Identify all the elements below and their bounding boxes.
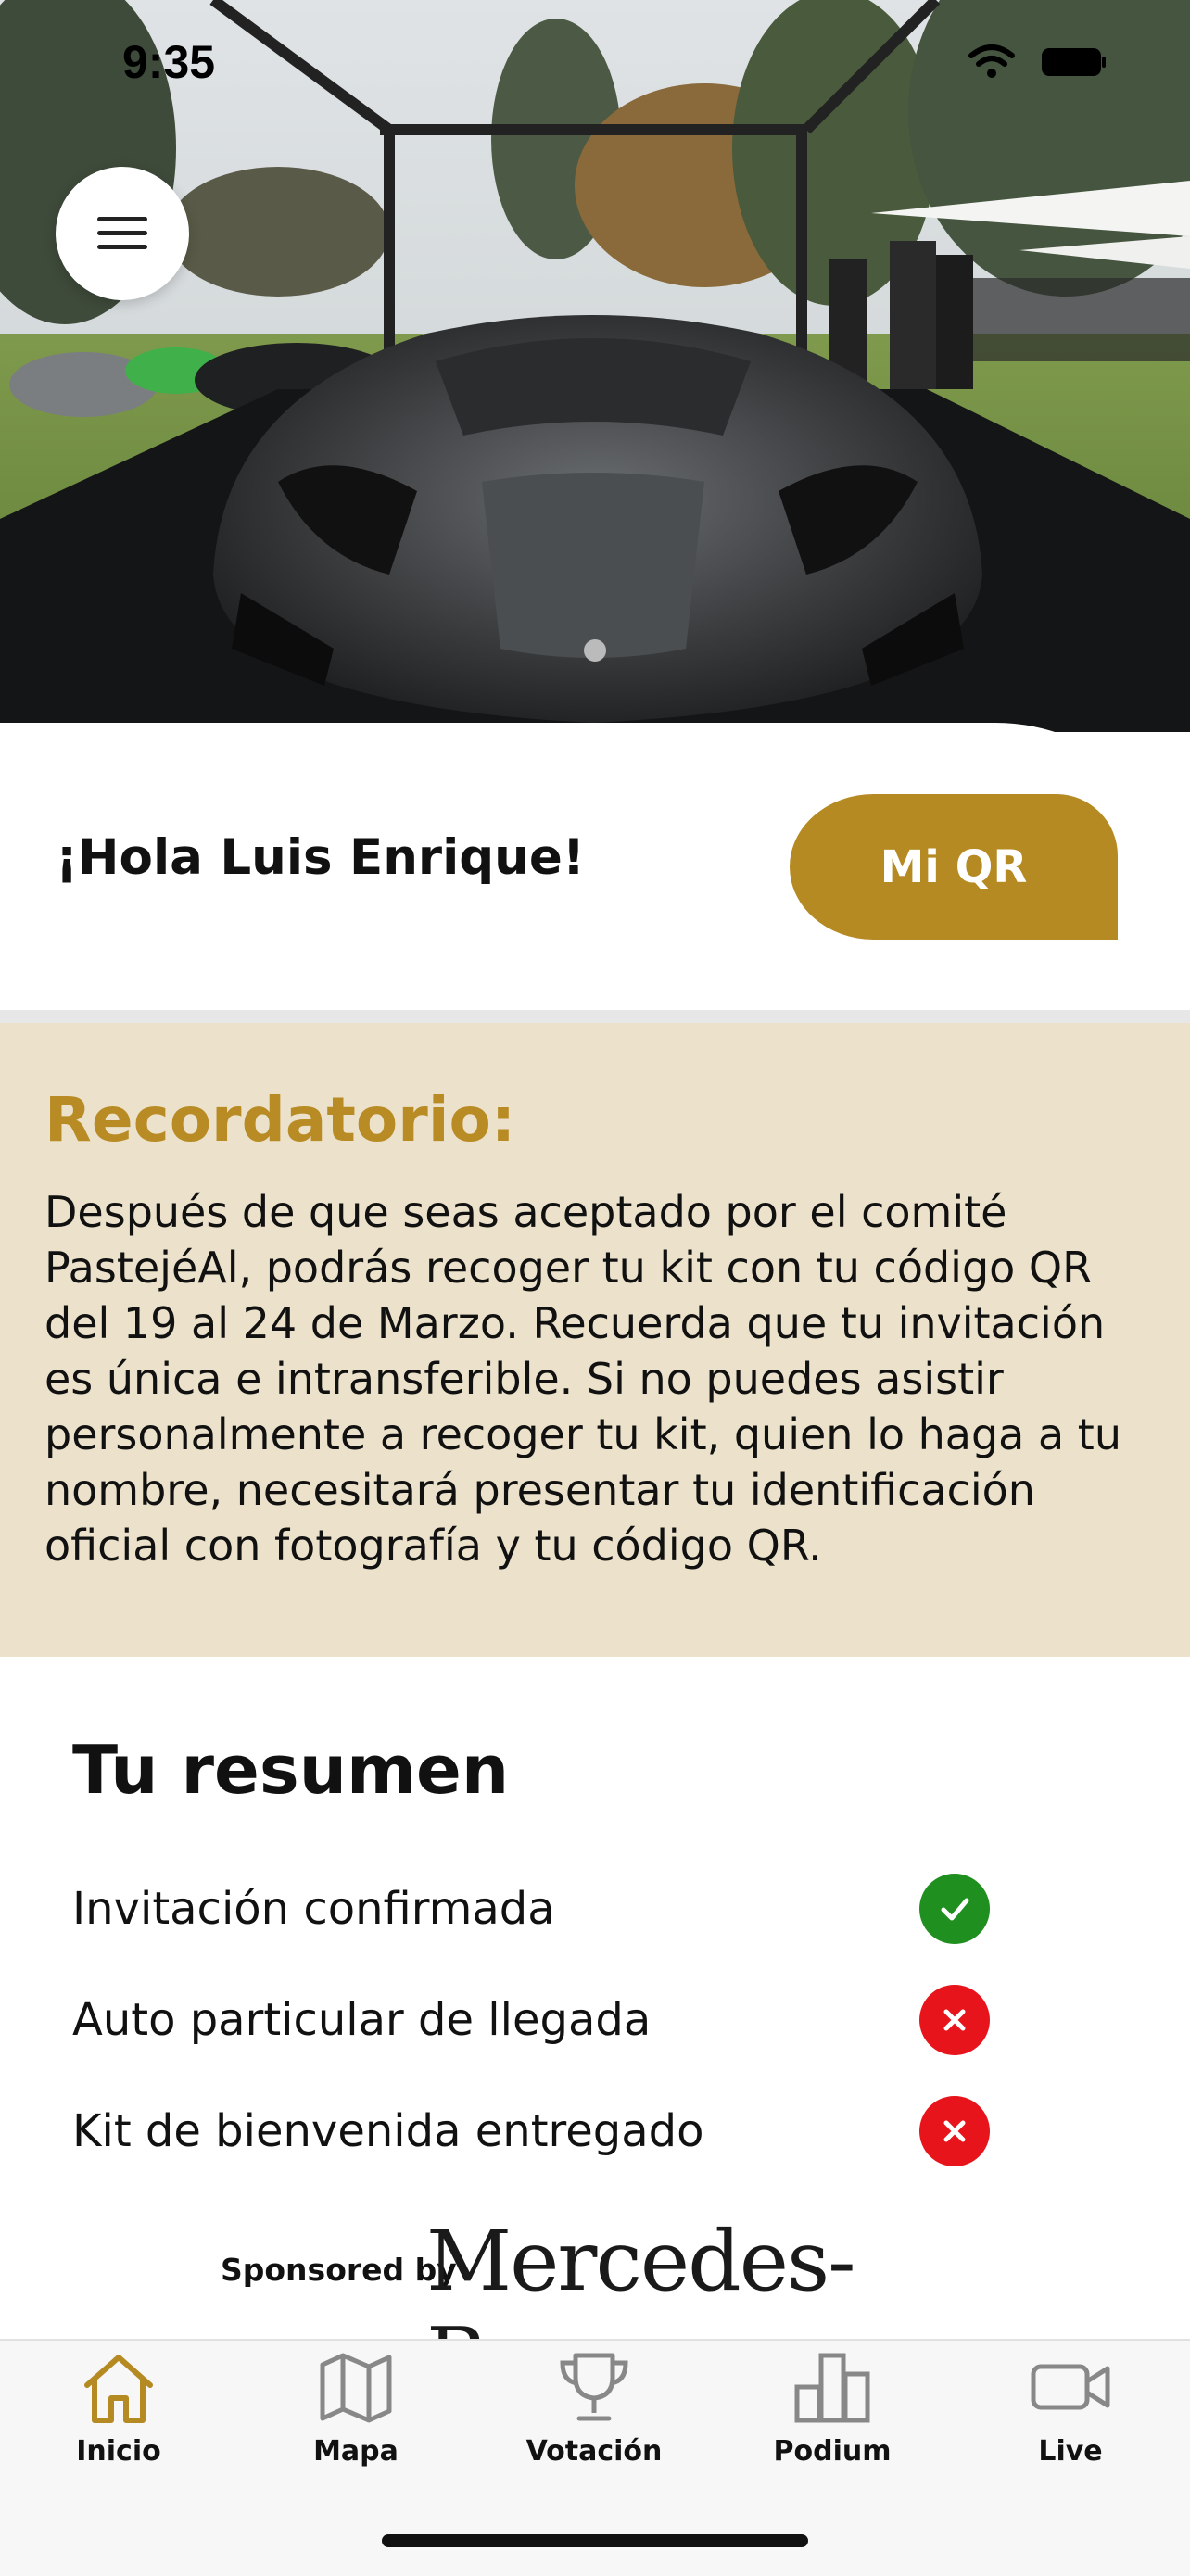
summary-item-welcome-kit: Kit de bienvenida entregado <box>72 2096 999 2179</box>
greeting-text: ¡Hola Luis Enrique! <box>56 829 586 886</box>
home-indicator[interactable] <box>382 2534 808 2547</box>
wifi-icon <box>968 44 1015 78</box>
status-icons <box>968 44 1107 80</box>
video-icon <box>1031 2364 1110 2410</box>
reminder-title: Recordatorio: <box>44 1084 516 1155</box>
summary-item-invitation: Invitación confirmada <box>72 1874 999 1957</box>
tab-votacion[interactable]: Votación <box>501 2346 687 2494</box>
summary-item-label: Kit de bienvenida entregado <box>72 2105 704 2157</box>
tab-label: Mapa <box>313 2435 399 2468</box>
sponsor-block: Sponsored by Mercedes-Benz <box>221 2213 999 2407</box>
tab-inicio[interactable]: Inicio <box>26 2346 211 2494</box>
status-time: 9:35 <box>122 36 216 88</box>
my-qr-button-label: Mi QR <box>880 840 1028 893</box>
reminder-card: Recordatorio: Después de que seas acepta… <box>0 1023 1190 1657</box>
tab-label: Podium <box>773 2435 892 2468</box>
tab-mapa[interactable]: Mapa <box>263 2346 449 2494</box>
trophy-icon <box>560 2353 628 2421</box>
reminder-body: Después de que seas aceptado por el comi… <box>44 1187 1121 1571</box>
tab-podium[interactable]: Podium <box>740 2346 925 2494</box>
home-icon <box>84 2355 153 2423</box>
check-icon <box>919 1874 990 1944</box>
map-icon <box>320 2353 392 2423</box>
hamburger-menu-icon <box>97 217 147 249</box>
my-qr-button[interactable]: Mi QR <box>790 794 1118 940</box>
summary-item-car-arrival: Auto particular de llegada <box>72 1985 999 2068</box>
tab-label: Live <box>1038 2435 1103 2468</box>
sponsor-label: Sponsored by <box>221 2252 457 2288</box>
status-bar: 9:35 <box>0 0 1190 130</box>
tab-live[interactable]: Live <box>978 2346 1163 2494</box>
podium-icon <box>794 2353 870 2423</box>
summary-item-label: Auto particular de llegada <box>72 1994 652 2046</box>
menu-button[interactable] <box>56 167 189 300</box>
section-divider <box>0 1010 1190 1023</box>
x-icon <box>919 2096 990 2166</box>
summary-title: Tu resumen <box>72 1731 510 1809</box>
tab-label: Inicio <box>76 2435 161 2468</box>
tab-label: Votación <box>525 2435 663 2468</box>
battery-icon <box>1042 48 1106 76</box>
summary-item-label: Invitación confirmada <box>72 1883 555 1935</box>
x-icon <box>919 1985 990 2055</box>
